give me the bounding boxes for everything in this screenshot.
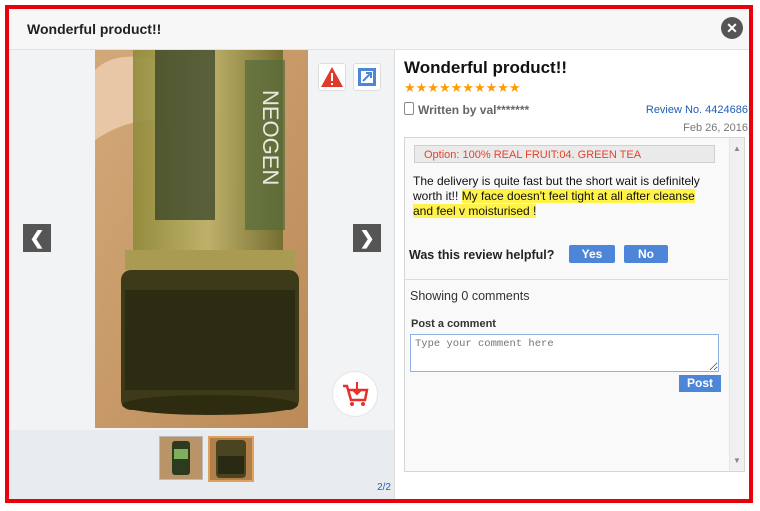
review-title: Wonderful product!! xyxy=(404,58,568,77)
thumbnail-strip: 2/2 xyxy=(9,430,394,499)
star-icon: ★ xyxy=(462,80,474,95)
review-number[interactable]: Review No. 4424686 xyxy=(646,104,748,116)
star-icon: ★ xyxy=(415,80,428,95)
photo-gallery: NEOGEN ❮ ❯ 2/2 xyxy=(9,50,394,499)
thumbnail-1[interactable] xyxy=(159,436,203,480)
helpful-question: Was this review helpful? xyxy=(409,248,555,262)
star-icon: ★ xyxy=(427,80,439,95)
panel-divider xyxy=(394,50,395,499)
warning-icon xyxy=(321,67,343,87)
comments-count: Showing 0 comments xyxy=(410,289,530,303)
product-option: Option: 100% REAL FRUIT:04. GREEN TEA xyxy=(414,145,715,163)
expand-icon xyxy=(358,68,376,86)
review-scrollbar[interactable]: ▲ ▼ xyxy=(729,138,744,471)
post-comment-button[interactable]: Post xyxy=(679,375,721,392)
bottle-image: NEOGEN xyxy=(95,50,308,428)
close-button[interactable]: ✕ xyxy=(721,17,743,39)
svg-text:NEOGEN: NEOGEN xyxy=(258,90,283,185)
author-name: Written by val******* xyxy=(418,103,530,117)
expand-button[interactable] xyxy=(353,63,381,91)
cart-icon xyxy=(343,382,369,406)
thumbnail-2[interactable] xyxy=(208,436,254,482)
post-comment-heading: Post a comment xyxy=(411,318,496,330)
review-photo[interactable]: NEOGEN xyxy=(95,50,308,428)
star-icon: ★ xyxy=(473,80,486,95)
report-button[interactable] xyxy=(318,63,346,91)
review-popup: Wonderful product!! ✕ NEOGEN ❮ ❯ 2/2 Won… xyxy=(5,5,753,503)
section-divider xyxy=(405,279,728,280)
review-date: Feb 26, 2016 xyxy=(683,122,748,134)
comment-input[interactable] xyxy=(410,334,719,372)
scroll-down-icon[interactable]: ▼ xyxy=(733,456,741,465)
thumbnail-2-image xyxy=(210,438,252,480)
review-details: Wonderful product!! ★★★★★★★★★★ Written b… xyxy=(404,50,749,499)
star-icon: ★ xyxy=(497,80,509,95)
review-author: Written by val******* xyxy=(404,102,529,117)
star-icon: ★ xyxy=(438,80,451,95)
star-icon: ★ xyxy=(404,80,416,95)
star-icon: ★ xyxy=(508,80,521,95)
star-icon: ★ xyxy=(485,80,498,95)
helpful-yes-button[interactable]: Yes xyxy=(569,245,615,263)
star-rating: ★★★★★★★★★★ xyxy=(404,79,521,95)
previous-photo-button[interactable]: ❮ xyxy=(23,224,51,252)
star-icon: ★ xyxy=(450,80,463,95)
review-text: The delivery is quite fast but the short… xyxy=(413,174,705,219)
popup-titlebar: Wonderful product!! ✕ xyxy=(9,9,749,50)
helpful-no-button[interactable]: No xyxy=(624,245,668,263)
mobile-icon xyxy=(404,102,414,115)
photo-counter: 2/2 xyxy=(377,482,391,493)
thumbnail-1-image xyxy=(160,437,202,479)
add-to-cart-button[interactable] xyxy=(332,371,378,417)
review-body-panel: Option: 100% REAL FRUIT:04. GREEN TEA Th… xyxy=(404,137,745,472)
popup-title: Wonderful product!! xyxy=(27,21,162,37)
scroll-up-icon[interactable]: ▲ xyxy=(733,144,741,153)
next-photo-button[interactable]: ❯ xyxy=(353,224,381,252)
